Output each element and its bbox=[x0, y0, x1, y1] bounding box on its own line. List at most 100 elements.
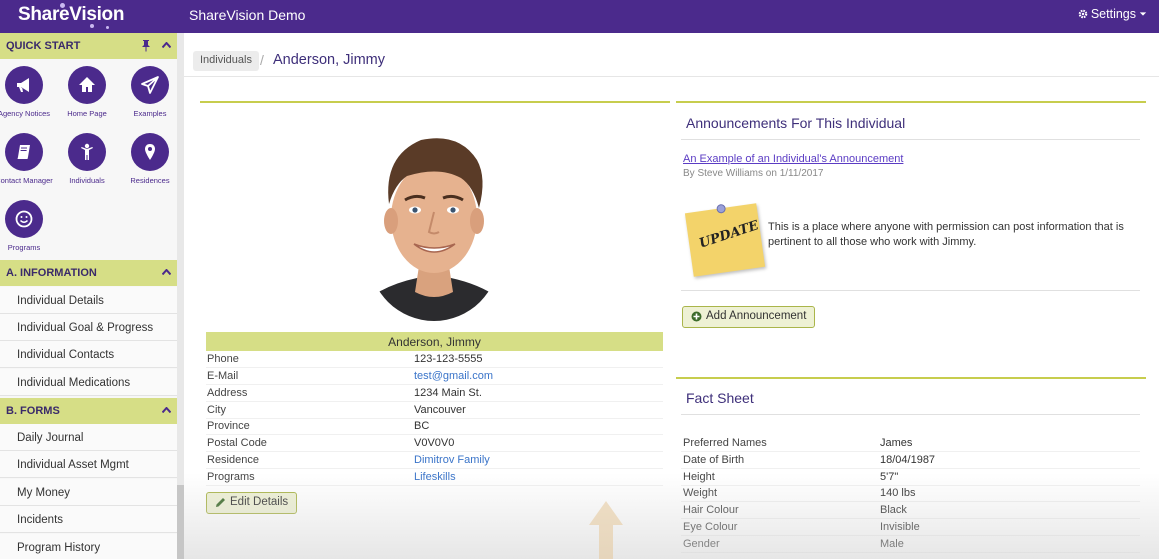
fact-label: Preferred Names bbox=[683, 437, 767, 449]
fact-label: Weight bbox=[683, 487, 718, 499]
main-content: Individuals / Anderson, Jimmy Anderson, … bbox=[184, 33, 1159, 559]
fact-value: Invisible bbox=[880, 521, 920, 533]
announcements-panel-divider bbox=[676, 101, 1146, 103]
nav-individual-details[interactable]: Individual Details bbox=[0, 287, 177, 314]
settings-menu[interactable]: Settings bbox=[1078, 7, 1147, 21]
detail-value: BC bbox=[414, 420, 430, 432]
pin-icon[interactable] bbox=[141, 39, 151, 52]
sidebar-scroll-thumb[interactable] bbox=[177, 485, 184, 559]
detail-value: V0V0V0 bbox=[414, 437, 455, 449]
nav-individual-medications[interactable]: Individual Medications bbox=[0, 369, 177, 396]
arrow-up-icon bbox=[589, 501, 623, 559]
quick-start-label: Examples bbox=[133, 109, 167, 118]
quick-start-label: Agency Notices bbox=[0, 109, 51, 118]
quick-start-home-page[interactable]: Home Page bbox=[55, 66, 119, 118]
nav-individual-asset-mgmt[interactable]: Individual Asset Mgmt bbox=[0, 451, 177, 478]
nav-my-money[interactable]: My Money bbox=[0, 479, 177, 506]
fact-value: 18/04/1987 bbox=[880, 454, 936, 466]
fact-label: Date of Birth bbox=[683, 454, 745, 466]
update-note-image: UPDATE bbox=[684, 203, 766, 277]
person-icon bbox=[81, 143, 93, 160]
announcements-title: Announcements For This Individual bbox=[686, 115, 906, 131]
detail-row-residence: Residence Dimitrov Family bbox=[206, 452, 663, 469]
announcement-meta: By Steve Williams on 1/11/2017 bbox=[683, 168, 824, 179]
chevron-up-icon[interactable] bbox=[162, 407, 171, 413]
settings-label: Settings bbox=[1090, 7, 1136, 21]
top-bar: ShareVision ShareVision Demo Settings bbox=[0, 0, 1159, 33]
caret-down-icon bbox=[1139, 12, 1147, 16]
quick-start-individuals[interactable]: Individuals bbox=[55, 133, 119, 185]
chevron-up-icon[interactable] bbox=[162, 269, 171, 275]
quick-start-agency-notices[interactable]: Agency Notices bbox=[0, 66, 56, 118]
nav-daily-journal[interactable]: Daily Journal bbox=[0, 424, 177, 451]
add-announcement-button[interactable]: Add Announcement bbox=[682, 306, 816, 328]
detail-label: Address bbox=[207, 387, 248, 399]
detail-value: Vancouver bbox=[414, 404, 466, 416]
detail-label: Phone bbox=[207, 353, 239, 365]
detail-label: Postal Code bbox=[207, 437, 267, 449]
profile-panel-divider bbox=[200, 101, 670, 103]
quick-start-label: Contact Manager bbox=[0, 176, 53, 185]
announcement-link[interactable]: An Example of an Individual's Announceme… bbox=[683, 153, 903, 165]
detail-label: City bbox=[207, 404, 226, 416]
note-text: UPDATE bbox=[697, 218, 761, 252]
sidebar-scrollbar[interactable] bbox=[177, 33, 184, 559]
home-icon bbox=[79, 77, 95, 92]
nav-program-history[interactable]: Program History bbox=[0, 534, 177, 559]
quick-start-contact-manager[interactable]: Contact Manager bbox=[0, 133, 56, 185]
gear-icon bbox=[1078, 9, 1088, 19]
chevron-up-icon[interactable] bbox=[162, 42, 171, 48]
email-link[interactable]: test@gmail.com bbox=[414, 370, 493, 382]
quick-start-title: QUICK START bbox=[6, 40, 81, 52]
breadcrumb-individuals[interactable]: Individuals bbox=[193, 51, 259, 71]
sidebar: QUICK START Agency Notices Home Page Exa… bbox=[0, 33, 184, 559]
quick-start-residences[interactable]: Residences bbox=[118, 133, 182, 185]
fact-value: 5'7" bbox=[880, 471, 899, 483]
fact-row: Hair Colour Black bbox=[681, 502, 1140, 519]
detail-value: 123-123-5555 bbox=[414, 353, 483, 365]
detail-row-email: E-Mail test@gmail.com bbox=[206, 368, 663, 385]
forms-header[interactable]: B. FORMS bbox=[0, 398, 177, 424]
announcements-rule bbox=[681, 139, 1140, 140]
profile-photo bbox=[369, 126, 499, 321]
quick-start-label: Individuals bbox=[69, 176, 105, 185]
detail-row-phone: Phone 123-123-5555 bbox=[206, 351, 663, 368]
nav-individual-goal-progress[interactable]: Individual Goal & Progress bbox=[0, 314, 177, 341]
quick-start-programs[interactable]: Programs bbox=[0, 200, 56, 252]
detail-row-province: Province BC bbox=[206, 418, 663, 435]
edit-details-button[interactable]: Edit Details bbox=[206, 492, 298, 514]
fact-value: Male bbox=[880, 538, 904, 550]
residence-link[interactable]: Dimitrov Family bbox=[414, 454, 490, 466]
fact-label: Hair Colour bbox=[683, 504, 739, 516]
detail-row-programs: Programs Lifeskills bbox=[206, 469, 663, 486]
fact-sheet-panel-divider bbox=[676, 377, 1146, 379]
detail-row-postal-code: Postal Code V0V0V0 bbox=[206, 435, 663, 452]
programs-link[interactable]: Lifeskills bbox=[414, 471, 456, 483]
fact-row: Date of Birth 18/04/1987 bbox=[681, 452, 1140, 469]
fact-row: Weight 140 lbs bbox=[681, 485, 1140, 502]
fact-row: Height 5'7" bbox=[681, 469, 1140, 486]
breadcrumb: Individuals / Anderson, Jimmy bbox=[184, 33, 1159, 77]
quick-start-header[interactable]: QUICK START bbox=[0, 33, 177, 59]
quick-start-examples[interactable]: Examples bbox=[118, 66, 182, 118]
fact-row: Eye Colour Invisible bbox=[681, 519, 1140, 536]
detail-label: Programs bbox=[207, 471, 255, 483]
detail-row-address: Address 1234 Main St. bbox=[206, 385, 663, 402]
fact-sheet-rule bbox=[681, 414, 1140, 415]
fact-label: Eye Colour bbox=[683, 521, 738, 533]
edit-details-label: Edit Details bbox=[230, 496, 289, 508]
nav-individual-contacts[interactable]: Individual Contacts bbox=[0, 341, 177, 368]
megaphone-icon bbox=[17, 78, 29, 92]
smiley-icon bbox=[15, 210, 33, 228]
detail-value: 1234 Main St. bbox=[414, 387, 482, 399]
announcement-rule bbox=[681, 290, 1140, 291]
information-header[interactable]: A. INFORMATION bbox=[0, 260, 177, 286]
nav-incidents[interactable]: Incidents bbox=[0, 506, 177, 533]
pin-icon bbox=[716, 203, 727, 214]
profile-name: Anderson, Jimmy bbox=[206, 332, 663, 351]
quick-start-label: Residences bbox=[130, 176, 170, 185]
information-title: A. INFORMATION bbox=[6, 267, 97, 279]
fact-row: Gender Male bbox=[681, 536, 1140, 553]
sharevision-logo[interactable]: ShareVision bbox=[18, 3, 124, 29]
breadcrumb-separator: / bbox=[260, 52, 264, 68]
